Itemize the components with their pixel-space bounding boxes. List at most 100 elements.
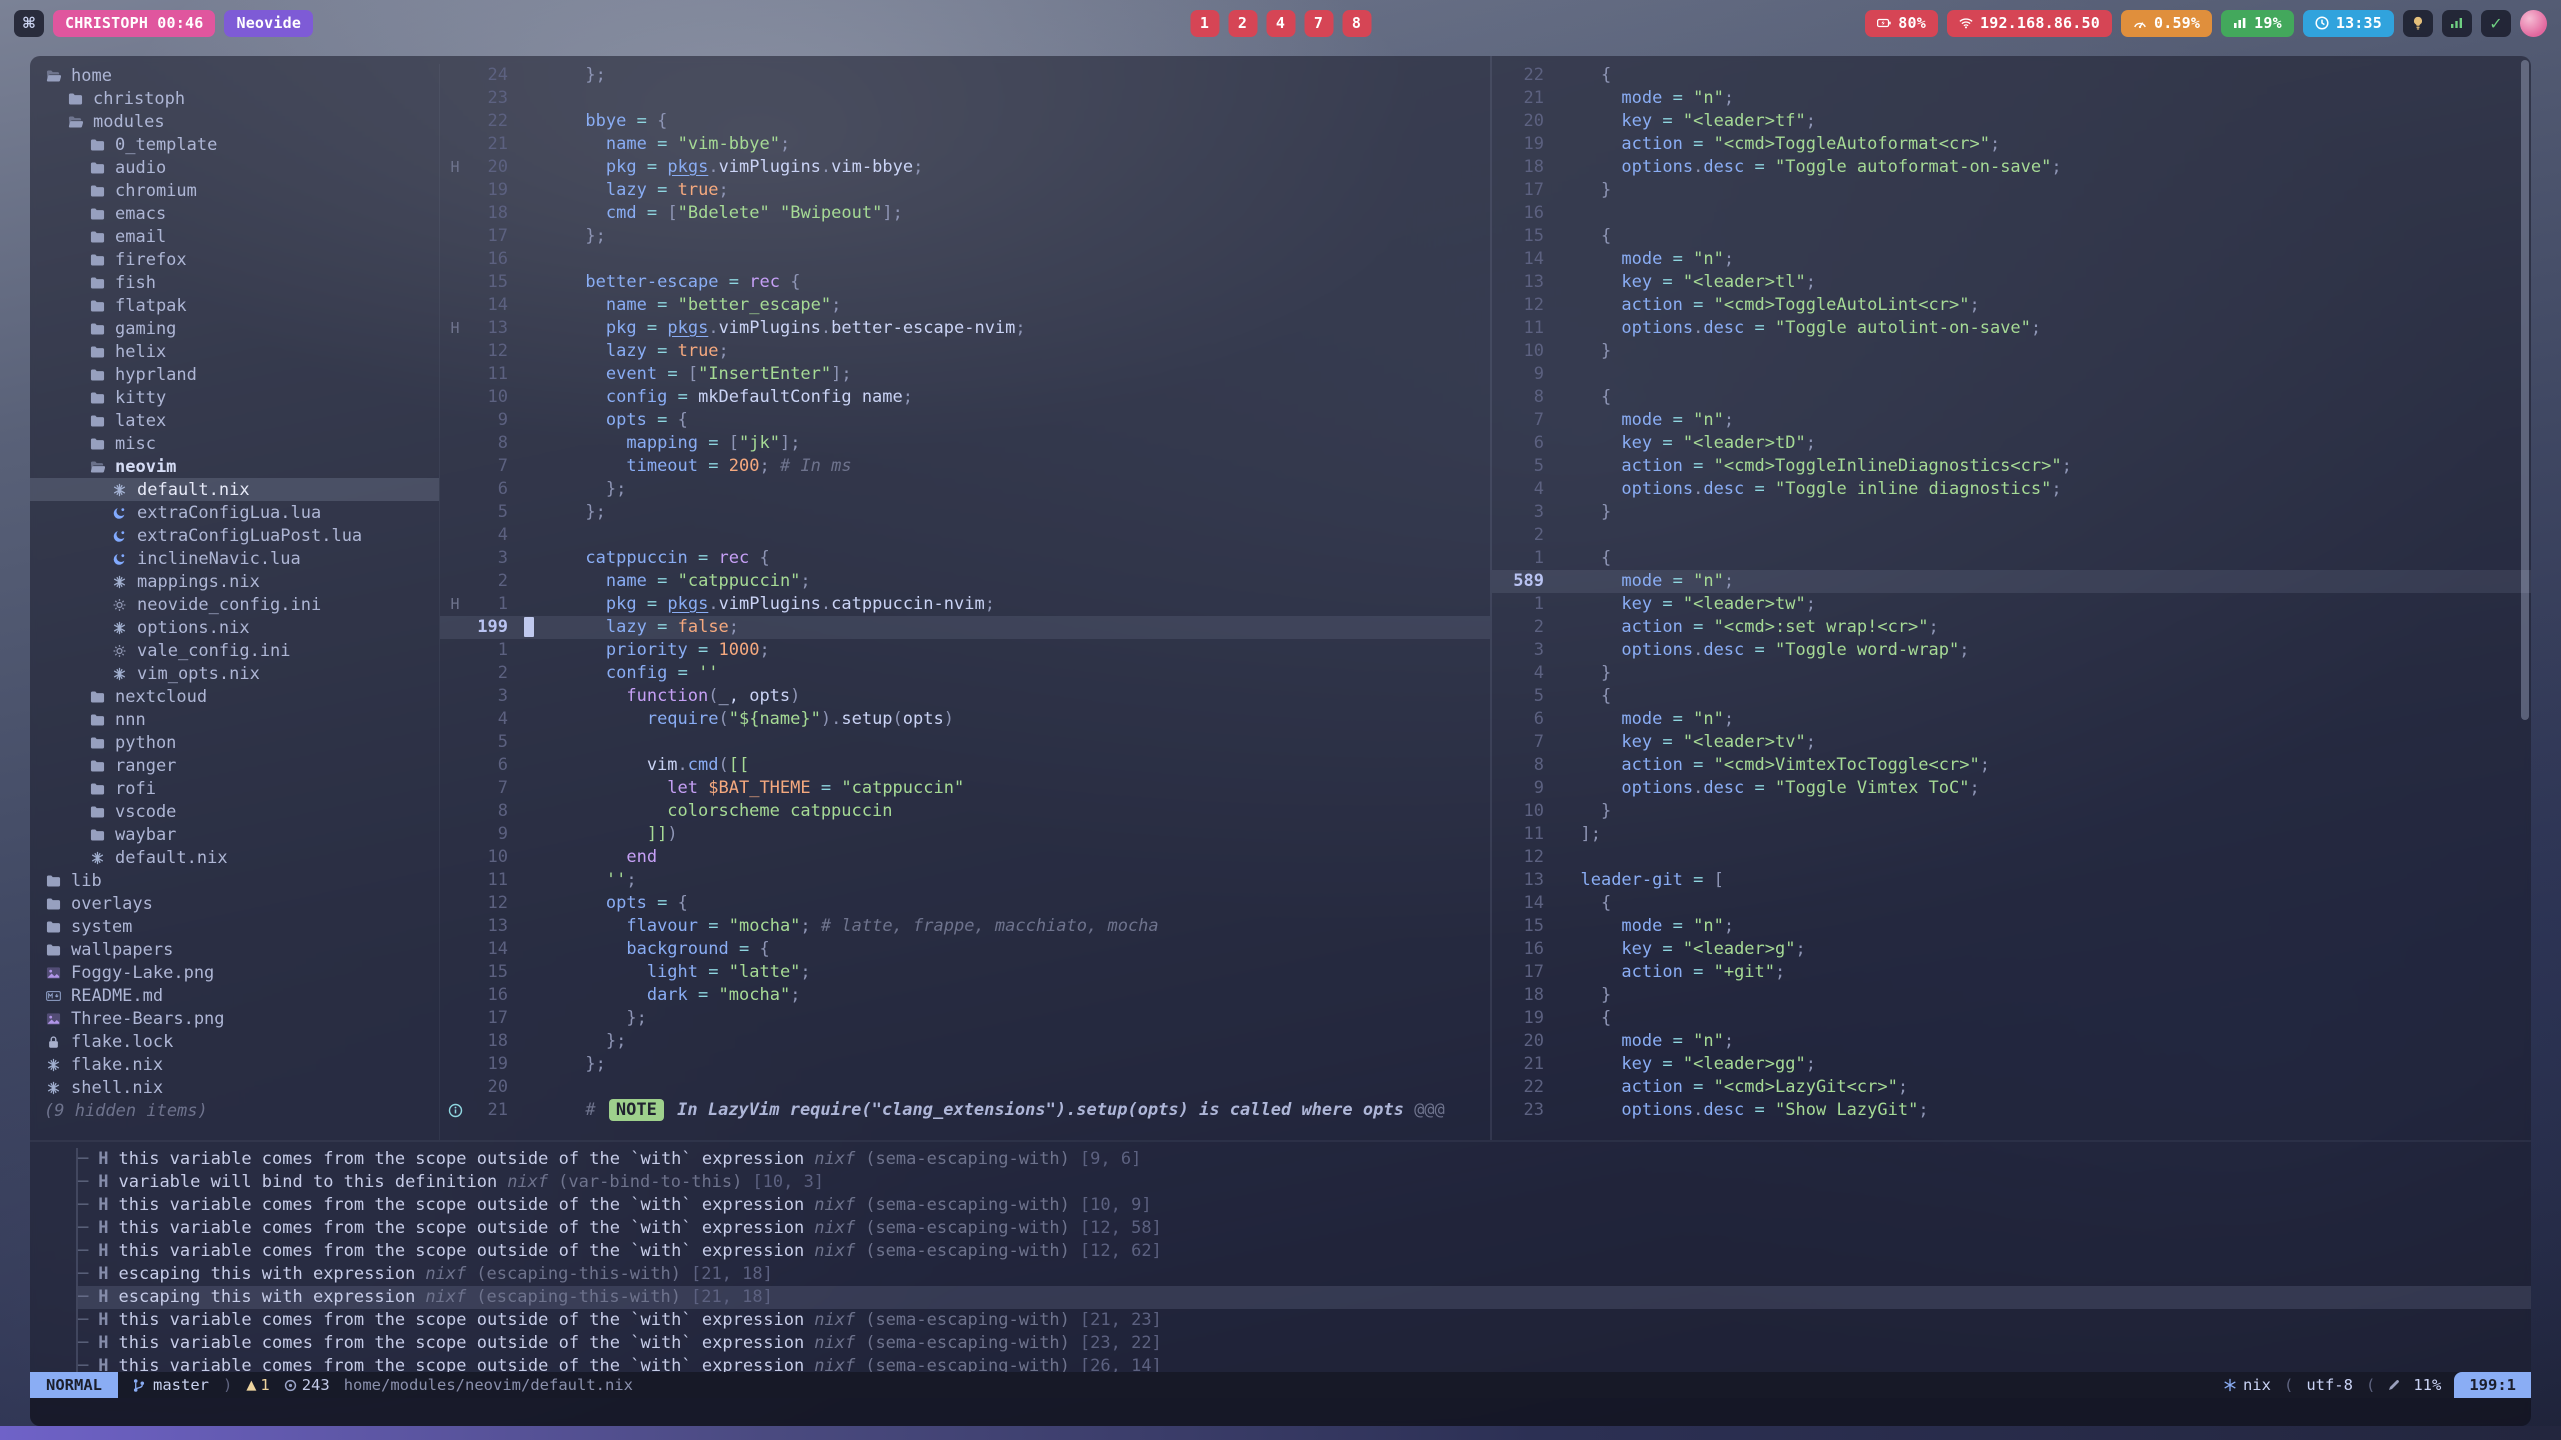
tree-item-hyprland[interactable]: hyprland [30, 363, 439, 386]
tree-item-system[interactable]: system [30, 915, 439, 938]
code-line[interactable]: 22 action = "<cmd>LazyGit<cr>"; [1492, 1076, 2531, 1099]
tree-item-firefox[interactable]: firefox [30, 248, 439, 271]
code-line[interactable]: 2 [1492, 524, 2531, 547]
tree-item-extraconfiglua-lua[interactable]: extraConfigLua.lua [30, 501, 439, 524]
code-line[interactable]: 15 better-escape = rec { [440, 271, 1490, 294]
diagnostic-row[interactable]: ─Hthis variable comes from the scope out… [78, 1240, 2531, 1263]
tree-item-flake-nix[interactable]: flake.nix [30, 1053, 439, 1076]
code-line[interactable]: 21 mode = "n"; [1492, 87, 2531, 110]
code-line[interactable]: 23 options.desc = "Show LazyGit"; [1492, 1099, 2531, 1122]
tree-item-christoph[interactable]: christoph [30, 87, 439, 110]
code-line[interactable]: 20 key = "<leader>tf"; [1492, 110, 2531, 133]
code-line[interactable]: H1 pkg = pkgs.vimPlugins.catppuccin-nvim… [440, 593, 1490, 616]
tree-item-rofi[interactable]: rofi [30, 777, 439, 800]
code-line[interactable]: 22 bbye = { [440, 110, 1490, 133]
code-line[interactable]: 14 name = "better_escape"; [440, 294, 1490, 317]
code-line[interactable]: 4 [440, 524, 1490, 547]
workspace-2[interactable]: 2 [1228, 10, 1257, 37]
workspace-4[interactable]: 4 [1266, 10, 1295, 37]
code-line[interactable]: 9 opts = { [440, 409, 1490, 432]
workspace-1[interactable]: 1 [1190, 10, 1219, 37]
tree-item-latex[interactable]: latex [30, 409, 439, 432]
tree-item-email[interactable]: email [30, 225, 439, 248]
code-line[interactable]: 10 end [440, 846, 1490, 869]
code-line[interactable]: 13 leader-git = [ [1492, 869, 2531, 892]
code-line[interactable]: 20 [440, 1076, 1490, 1099]
code-line[interactable]: 4 } [1492, 662, 2531, 685]
tree-item-overlays[interactable]: overlays [30, 892, 439, 915]
code-line[interactable]: 14 background = { [440, 938, 1490, 961]
code-line[interactable]: 15 mode = "n"; [1492, 915, 2531, 938]
code-line[interactable]: 3 options.desc = "Toggle word-wrap"; [1492, 639, 2531, 662]
code-line[interactable]: 18 }; [440, 1030, 1490, 1053]
workspace-8[interactable]: 8 [1342, 10, 1371, 37]
code-line[interactable]: 8 action = "<cmd>VimtexTocToggle<cr>"; [1492, 754, 2531, 777]
diagnostic-warning-count[interactable]: ▲ 1 [246, 1376, 269, 1394]
tree-item-vscode[interactable]: vscode [30, 800, 439, 823]
code-line[interactable]: 1 key = "<leader>tw"; [1492, 593, 2531, 616]
code-line[interactable]: 21 # NOTE In LazyVim require("clang_exte… [440, 1099, 1490, 1122]
code-line[interactable]: 7 timeout = 200; # In ms [440, 455, 1490, 478]
code-line[interactable]: 7 key = "<leader>tv"; [1492, 731, 2531, 754]
code-line[interactable]: 12 [1492, 846, 2531, 869]
tree-item-helix[interactable]: helix [30, 340, 439, 363]
code-line[interactable]: 6 key = "<leader>tD"; [1492, 432, 2531, 455]
tree-item-nextcloud[interactable]: nextcloud [30, 685, 439, 708]
code-line[interactable]: 7 let $BAT_THEME = "catppuccin" [440, 777, 1490, 800]
avatar[interactable] [2520, 10, 2547, 37]
code-line[interactable]: 18 } [1492, 984, 2531, 1007]
code-line[interactable]: 14 { [1492, 892, 2531, 915]
session-badge[interactable]: CHRISTOPH 00:46 [53, 10, 215, 37]
code-line[interactable]: 9 ]]) [440, 823, 1490, 846]
code-line[interactable]: 5 action = "<cmd>ToggleInlineDiagnostics… [1492, 455, 2531, 478]
code-line[interactable]: 7 mode = "n"; [1492, 409, 2531, 432]
tree-item-extraconfigluapost-lua[interactable]: extraConfigLuaPost.lua [30, 524, 439, 547]
diagnostic-hint-count[interactable]: 243 [284, 1376, 330, 1394]
code-line[interactable]: 2 action = "<cmd>:set wrap!<cr>"; [1492, 616, 2531, 639]
code-line[interactable]: 16 dark = "mocha"; [440, 984, 1490, 1007]
workspace-7[interactable]: 7 [1304, 10, 1333, 37]
tree-item-misc[interactable]: misc [30, 432, 439, 455]
app-badge[interactable]: Neovide [224, 10, 313, 37]
editor-pane-left[interactable]: 24 };2322 bbye = {21 name = "vim-bbye";H… [440, 64, 1490, 1140]
code-line[interactable]: 12 action = "<cmd>ToggleAutoLint<cr>"; [1492, 294, 2531, 317]
tree-item-mappings-nix[interactable]: mappings.nix [30, 570, 439, 593]
tree-item-python[interactable]: python [30, 731, 439, 754]
code-line[interactable]: 9 options.desc = "Toggle Vimtex ToC"; [1492, 777, 2531, 800]
tree-item-ranger[interactable]: ranger [30, 754, 439, 777]
tree-item-9-hidden-items[interactable]: (9 hidden items) [30, 1099, 439, 1122]
code-line[interactable]: 23 [440, 87, 1490, 110]
tree-item-waybar[interactable]: waybar [30, 823, 439, 846]
scrollbar[interactable] [2521, 60, 2529, 720]
code-line[interactable]: 1 priority = 1000; [440, 639, 1490, 662]
tree-item-readme-md[interactable]: README.md [30, 984, 439, 1007]
tree-item-chromium[interactable]: chromium [30, 179, 439, 202]
git-branch[interactable]: master [132, 1376, 209, 1394]
code-line[interactable]: 11 event = ["InsertEnter"]; [440, 363, 1490, 386]
code-line[interactable]: 10 } [1492, 800, 2531, 823]
code-line[interactable]: 22 { [1492, 64, 2531, 87]
code-line[interactable]: 5 }; [440, 501, 1490, 524]
tree-item-vim-opts-nix[interactable]: vim_opts.nix [30, 662, 439, 685]
code-line[interactable]: 1 { [1492, 547, 2531, 570]
code-line[interactable]: 3 function(_, opts) [440, 685, 1490, 708]
editor-pane-right[interactable]: 22 {21 mode = "n";20 key = "<leader>tf";… [1492, 64, 2531, 1140]
code-line[interactable]: 21 name = "vim-bbye"; [440, 133, 1490, 156]
code-line[interactable]: 18 cmd = ["Bdelete" "Bwipeout"]; [440, 202, 1490, 225]
code-line[interactable]: 4 options.desc = "Toggle inline diagnost… [1492, 478, 2531, 501]
code-line[interactable]: 10 config = mkDefaultConfig name; [440, 386, 1490, 409]
tree-item-audio[interactable]: audio [30, 156, 439, 179]
code-line[interactable]: 16 key = "<leader>g"; [1492, 938, 2531, 961]
code-line[interactable]: 19 }; [440, 1053, 1490, 1076]
code-line[interactable]: 9 [1492, 363, 2531, 386]
diagnostic-row[interactable]: ─Hthis variable comes from the scope out… [78, 1355, 2531, 1372]
code-line[interactable]: 15 light = "latte"; [440, 961, 1490, 984]
tree-item-default-nix[interactable]: default.nix [30, 478, 439, 501]
code-line[interactable]: 13 key = "<leader>tl"; [1492, 271, 2531, 294]
code-line[interactable]: 11 options.desc = "Toggle autolint-on-sa… [1492, 317, 2531, 340]
tree-item-lib[interactable]: lib [30, 869, 439, 892]
code-line[interactable]: 14 mode = "n"; [1492, 248, 2531, 271]
tree-item-nnn[interactable]: nnn [30, 708, 439, 731]
code-line[interactable]: 19 { [1492, 1007, 2531, 1030]
diagnostic-row[interactable]: ─Hvariable will bind to this definitionn… [78, 1171, 2531, 1194]
